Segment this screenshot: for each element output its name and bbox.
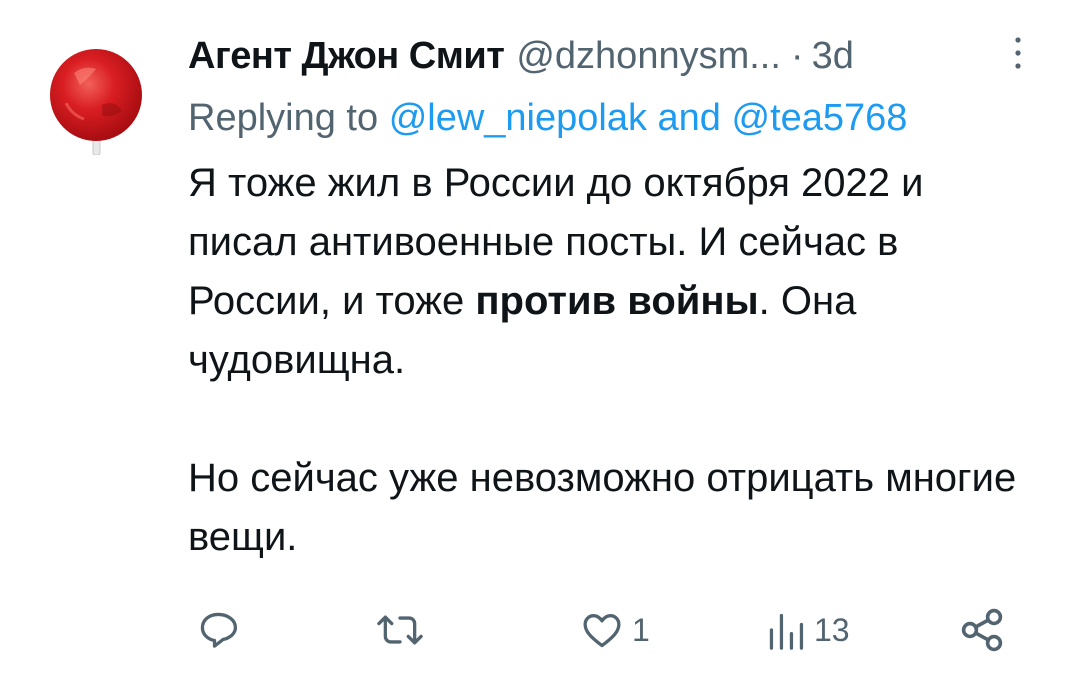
display-name[interactable]: Агент Джон Смит (188, 30, 505, 82)
tweet-header: Агент Джон Смит @dzhonnysm... · 3d (188, 30, 1048, 82)
views-icon (769, 613, 804, 650)
mention-link[interactable]: @lew_niepolak (389, 97, 647, 139)
like-count: 1 (632, 611, 650, 648)
heart-icon (583, 614, 621, 648)
tweet-actions: 1 13 (188, 600, 1028, 660)
tweet-paragraph: Но сейчас уже невозможно отрицать многие… (188, 456, 1017, 559)
share-icon (961, 608, 1003, 652)
retweet-button[interactable] (374, 600, 426, 660)
views-button[interactable]: 13 (766, 600, 850, 660)
reply-button[interactable] (196, 600, 240, 660)
tweet-content: Агент Джон Смит @dzhonnysm... · 3d Reply… (188, 30, 1048, 567)
replying-to: Replying to @lew_niepolak and @tea5768 (188, 92, 1048, 144)
bold-text: против войны (475, 279, 759, 323)
more-options-icon[interactable] (1008, 32, 1028, 76)
views-count: 13 (814, 611, 850, 648)
share-button[interactable] (958, 600, 1006, 660)
tweet: Агент Джон Смит @dzhonnysm... · 3d Reply… (0, 0, 1080, 692)
reply-icon (200, 612, 238, 648)
replying-to-conjunction[interactable]: and (658, 97, 721, 139)
tweet-paragraph: Я тоже жил в России до октября 2022 и пи… (188, 154, 1038, 390)
tweet-text: Я тоже жил в России до октября 2022 и пи… (188, 154, 1038, 567)
like-button[interactable]: 1 (580, 600, 650, 660)
replying-to-label: Replying to (188, 97, 379, 139)
separator-dot: · (790, 35, 804, 77)
user-handle[interactable]: @dzhonnysm... (516, 30, 781, 82)
retweet-icon (377, 615, 423, 645)
timestamp[interactable]: 3d (812, 30, 854, 82)
avatar[interactable] (44, 45, 150, 155)
mention-link[interactable]: @tea5768 (732, 97, 908, 139)
